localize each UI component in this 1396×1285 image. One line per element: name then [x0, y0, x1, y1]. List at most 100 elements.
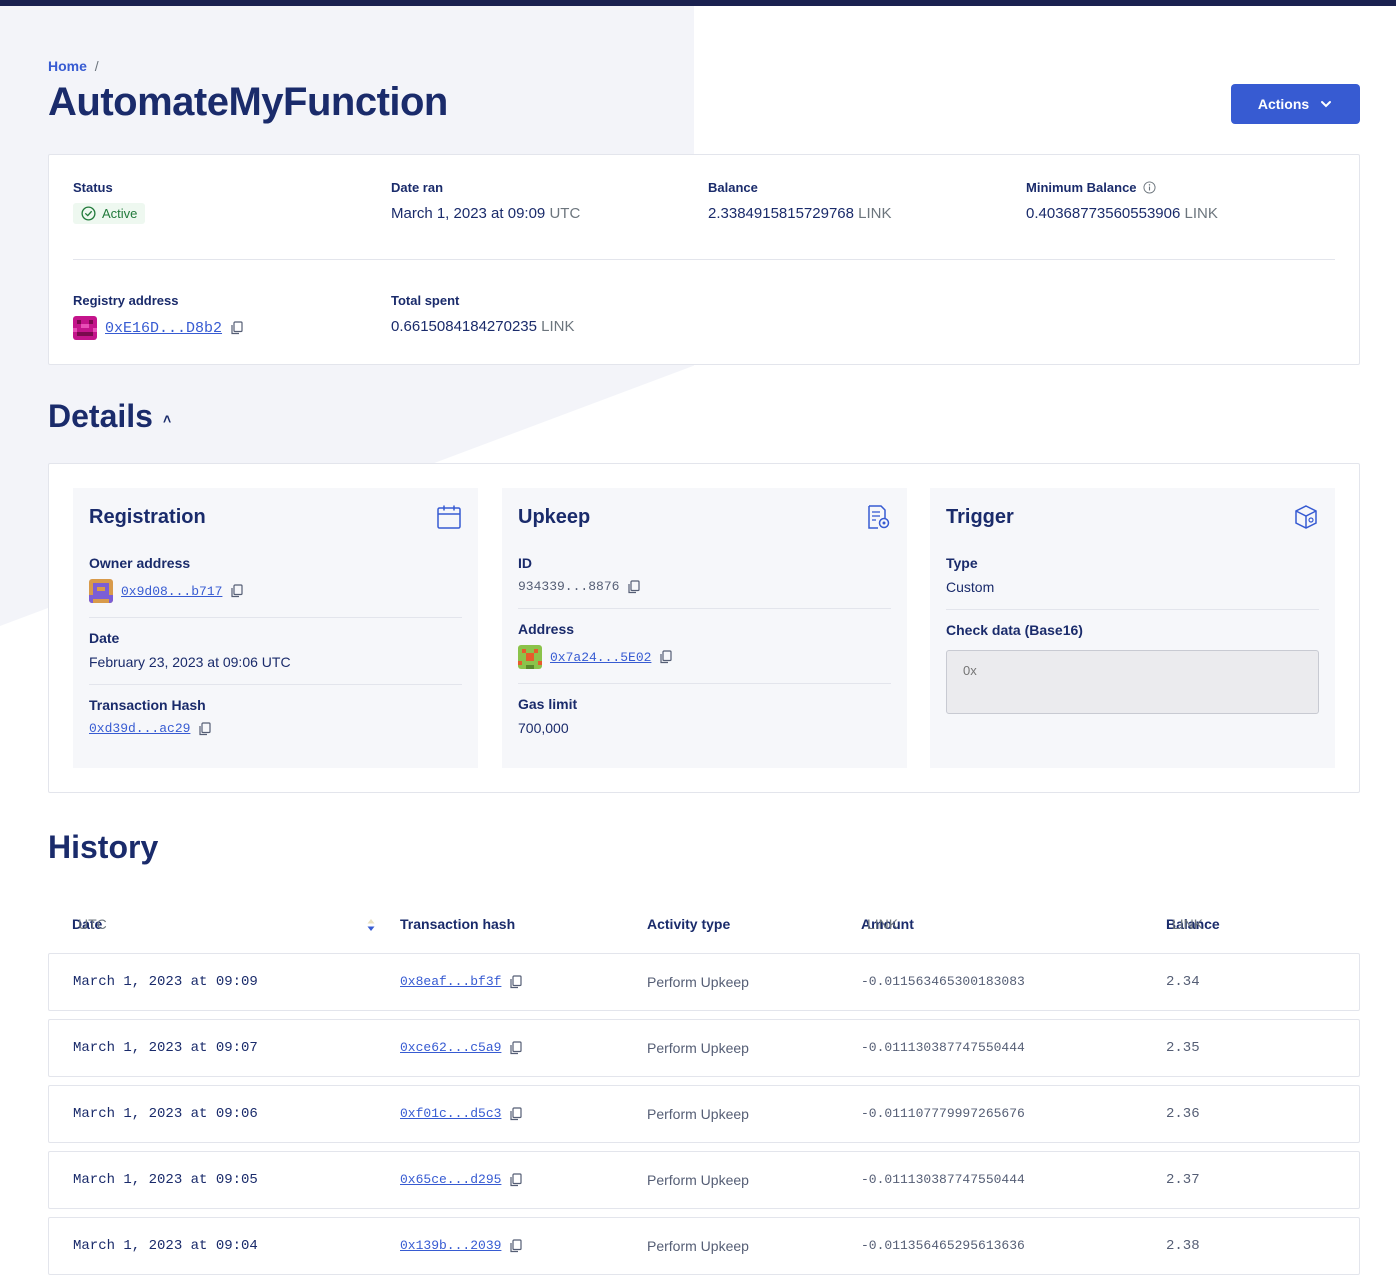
upkeep-title: Upkeep	[518, 506, 591, 528]
owner-address-link[interactable]: 0x9d08...b717	[121, 584, 222, 599]
row-activity: Perform Upkeep	[647, 1172, 749, 1188]
row-amount: -0.011130387747550444	[861, 1040, 1025, 1055]
copy-icon[interactable]	[509, 974, 523, 989]
total-spent-label: Total spent	[391, 293, 460, 308]
table-row[interactable]: March 1, 2023 at 09:05 0x65ce...d295 Per…	[48, 1151, 1360, 1209]
registration-date-value: February 23, 2023 at 09:06 UTC	[89, 654, 291, 670]
trigger-type-row: Type Custom	[946, 543, 1319, 610]
row-balance: 2.34	[1166, 974, 1200, 990]
minimum-balance-field: Minimum Balance 0.40368773560553906 LINK	[1026, 180, 1218, 222]
breadcrumb-home-link[interactable]: Home	[48, 58, 87, 74]
actions-button-label: Actions	[1257, 96, 1310, 112]
total-spent-unit: LINK	[541, 318, 575, 335]
details-heading[interactable]: Details ˄	[48, 398, 171, 435]
transaction-hash-link[interactable]: 0xd39d...ac29	[89, 721, 190, 736]
check-circle-icon	[81, 206, 96, 221]
table-row[interactable]: March 1, 2023 at 09:06 0xf01c...d5c3 Per…	[48, 1085, 1360, 1143]
row-amount: -0.011563465300183083	[861, 974, 1025, 989]
trigger-type-value: Custom	[946, 579, 995, 595]
gas-limit-row: Gas limit 700,000	[518, 684, 891, 750]
minimum-balance-value: 0.40368773560553906	[1026, 205, 1181, 222]
copy-icon[interactable]	[198, 721, 212, 736]
table-row[interactable]: March 1, 2023 at 09:04 0x139b...2039 Per…	[48, 1217, 1360, 1275]
minimum-balance-unit: LINK	[1184, 205, 1218, 222]
info-icon[interactable]	[1142, 181, 1156, 194]
check-data-field[interactable]	[946, 650, 1319, 714]
registration-title: Registration	[89, 506, 206, 528]
check-data-row: Check data (Base16)	[946, 610, 1319, 728]
row-date: March 1, 2023 at 09:06	[73, 1106, 258, 1122]
registry-address-link[interactable]: 0xE16D...D8b2	[105, 320, 222, 337]
table-row[interactable]: March 1, 2023 at 09:07 0xce62...c5a9 Per…	[48, 1019, 1360, 1077]
total-spent-field: Total spent 0.6615084184270235 LINK	[391, 293, 575, 335]
row-balance: 2.38	[1166, 1238, 1200, 1254]
transaction-hash-row: Transaction Hash 0xd39d...ac29	[89, 685, 462, 750]
history-title: History	[48, 829, 159, 865]
registry-avatar	[73, 316, 97, 340]
row-date: March 1, 2023 at 09:09	[73, 974, 258, 990]
balance-unit: LINK	[858, 205, 892, 222]
row-hash-link[interactable]: 0xf01c...d5c3	[400, 1106, 501, 1121]
upkeep-id-value: 934339...8876	[518, 579, 620, 594]
breadcrumb-separator: /	[94, 58, 99, 74]
balance-value: 2.3384915815729768	[708, 205, 854, 222]
row-activity: Perform Upkeep	[647, 974, 749, 990]
history-table-header: Date UTC Transaction hash Activity type A…	[48, 916, 1360, 936]
copy-icon[interactable]	[509, 1040, 523, 1055]
chevron-up-icon[interactable]: ˄	[163, 411, 171, 427]
table-row[interactable]: March 1, 2023 at 09:09 0x8eaf...bf3f Per…	[48, 953, 1360, 1011]
column-date-unit: UTC	[78, 916, 107, 932]
actions-button[interactable]: Actions	[1231, 84, 1360, 124]
row-hash-link[interactable]: 0x139b...2039	[400, 1238, 501, 1253]
summary-card: Status Active Date ran March 1, 2023 at …	[48, 154, 1360, 365]
details-title: Details	[48, 398, 153, 434]
row-amount: -0.011356465295613636	[861, 1238, 1025, 1253]
details-card: Registration Owner address 0x9d08...b717…	[48, 463, 1360, 793]
check-data-label: Check data (Base16)	[946, 622, 1083, 638]
row-hash-link[interactable]: 0x8eaf...bf3f	[400, 974, 501, 989]
trigger-type-label: Type	[946, 555, 978, 571]
trigger-title: Trigger	[946, 506, 1014, 528]
row-activity: Perform Upkeep	[647, 1238, 749, 1254]
upkeep-id-label: ID	[518, 555, 532, 571]
date-ran-value: March 1, 2023 at 09:09	[391, 205, 546, 222]
copy-icon[interactable]	[509, 1106, 523, 1121]
owner-avatar	[89, 579, 113, 603]
balance-field: Balance 2.3384915815729768 LINK	[708, 180, 892, 222]
breadcrumb: Home /	[48, 58, 99, 74]
balance-label: Balance	[708, 180, 758, 195]
column-amount-unit: LINK	[867, 916, 899, 932]
status-value: Active	[102, 206, 138, 221]
copy-icon[interactable]	[509, 1238, 523, 1253]
copy-icon[interactable]	[627, 579, 641, 594]
status-badge: Active	[73, 203, 146, 224]
row-hash-link[interactable]: 0xce62...c5a9	[400, 1040, 501, 1055]
registration-panel: Registration Owner address 0x9d08...b717…	[73, 488, 478, 768]
copy-icon[interactable]	[230, 584, 244, 598]
sort-icon[interactable]	[366, 918, 376, 932]
page: Home / AutomateMyFunction Actions Status…	[0, 0, 1396, 1285]
column-activity-type[interactable]: Activity type	[647, 916, 730, 932]
transaction-hash-label: Transaction Hash	[89, 697, 206, 713]
owner-address-row: Owner address 0x9d08...b717	[89, 543, 462, 618]
upkeep-address-label: Address	[518, 621, 575, 637]
row-hash-link[interactable]: 0x65ce...d295	[400, 1172, 501, 1187]
column-transaction-hash[interactable]: Transaction hash	[400, 916, 515, 932]
copy-icon[interactable]	[230, 321, 244, 335]
document-gear-icon	[868, 505, 890, 529]
upkeep-id-row: ID 934339...8876	[518, 543, 891, 609]
row-activity: Perform Upkeep	[647, 1106, 749, 1122]
upkeep-avatar	[518, 645, 542, 669]
trigger-panel: Trigger Type Custom Check data (Base16)	[930, 488, 1335, 768]
upkeep-address-link[interactable]: 0x7a24...5E02	[550, 650, 651, 665]
row-activity: Perform Upkeep	[647, 1040, 749, 1056]
copy-icon[interactable]	[659, 650, 673, 664]
row-date: March 1, 2023 at 09:04	[73, 1238, 258, 1254]
copy-icon[interactable]	[509, 1172, 523, 1187]
registration-date-row: Date February 23, 2023 at 09:06 UTC	[89, 618, 462, 685]
date-ran-label: Date ran	[391, 180, 444, 195]
row-date: March 1, 2023 at 09:07	[73, 1040, 258, 1056]
row-date: March 1, 2023 at 09:05	[73, 1172, 258, 1188]
row-amount: -0.011130387747550444	[861, 1172, 1025, 1187]
status-label: Status	[73, 180, 113, 195]
